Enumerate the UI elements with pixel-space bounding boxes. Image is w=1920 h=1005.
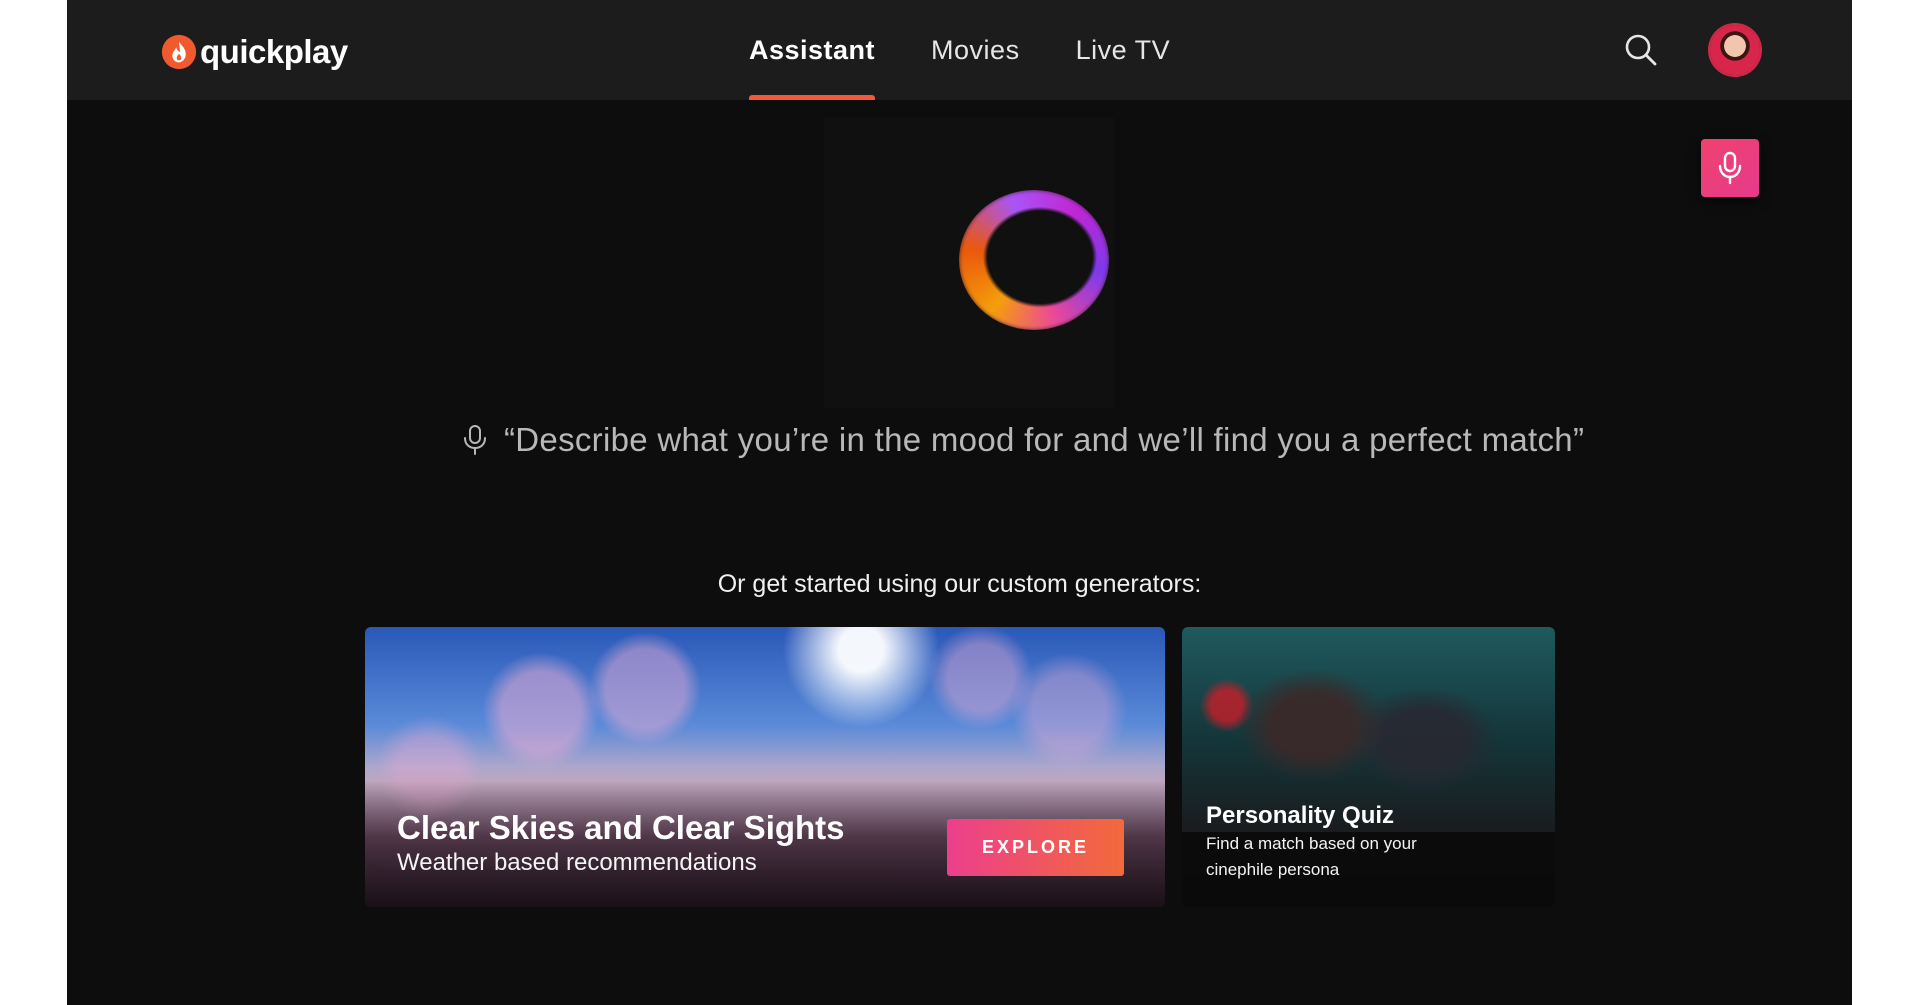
microphone-icon xyxy=(1718,151,1742,185)
flame-logo-icon xyxy=(161,34,197,70)
tab-movies[interactable]: Movies xyxy=(931,0,1020,100)
search-button[interactable] xyxy=(1623,32,1659,68)
quiz-card-title: Personality Quiz xyxy=(1206,802,1395,829)
search-icon xyxy=(1625,34,1657,66)
user-avatar[interactable] xyxy=(1710,25,1760,75)
voice-prompt: “Describe what you’re in the mood for an… xyxy=(462,418,1584,462)
main-nav: Assistant Movies Live TV xyxy=(749,0,1226,100)
tab-assistant[interactable]: Assistant xyxy=(749,0,876,100)
quiz-card-subtitle: Find a match based on your cinephile per… xyxy=(1206,834,1417,879)
assistant-orb-panel xyxy=(824,118,1114,408)
app-frame: quickplay Assistant Movies Live TV “Desc… xyxy=(67,0,1852,1005)
weather-card-subtitle: Weather based recommendations xyxy=(397,849,757,876)
microphone-outline-icon xyxy=(464,425,486,455)
voice-prompt-text: “Describe what you’re in the mood for an… xyxy=(504,421,1585,458)
assistant-orb-animation xyxy=(959,190,1109,330)
voice-input-button[interactable] xyxy=(1701,139,1759,197)
quickplay-logo[interactable]: quickplay xyxy=(160,30,348,74)
personality-quiz-card[interactable]: Personality Quiz Find a match based on y… xyxy=(1182,627,1555,907)
generators-heading: Or get started using our custom generato… xyxy=(717,570,1202,598)
weather-generator-card[interactable]: Clear Skies and Clear Sights Weather bas… xyxy=(365,627,1165,907)
logo-wordmark: quickplay xyxy=(200,33,348,70)
top-navigation-bar: quickplay Assistant Movies Live TV xyxy=(67,0,1852,100)
explore-button[interactable]: EXPLORE xyxy=(947,819,1124,876)
weather-card-title: Clear Skies and Clear Sights xyxy=(397,809,845,846)
tab-live-tv[interactable]: Live TV xyxy=(1076,0,1171,100)
